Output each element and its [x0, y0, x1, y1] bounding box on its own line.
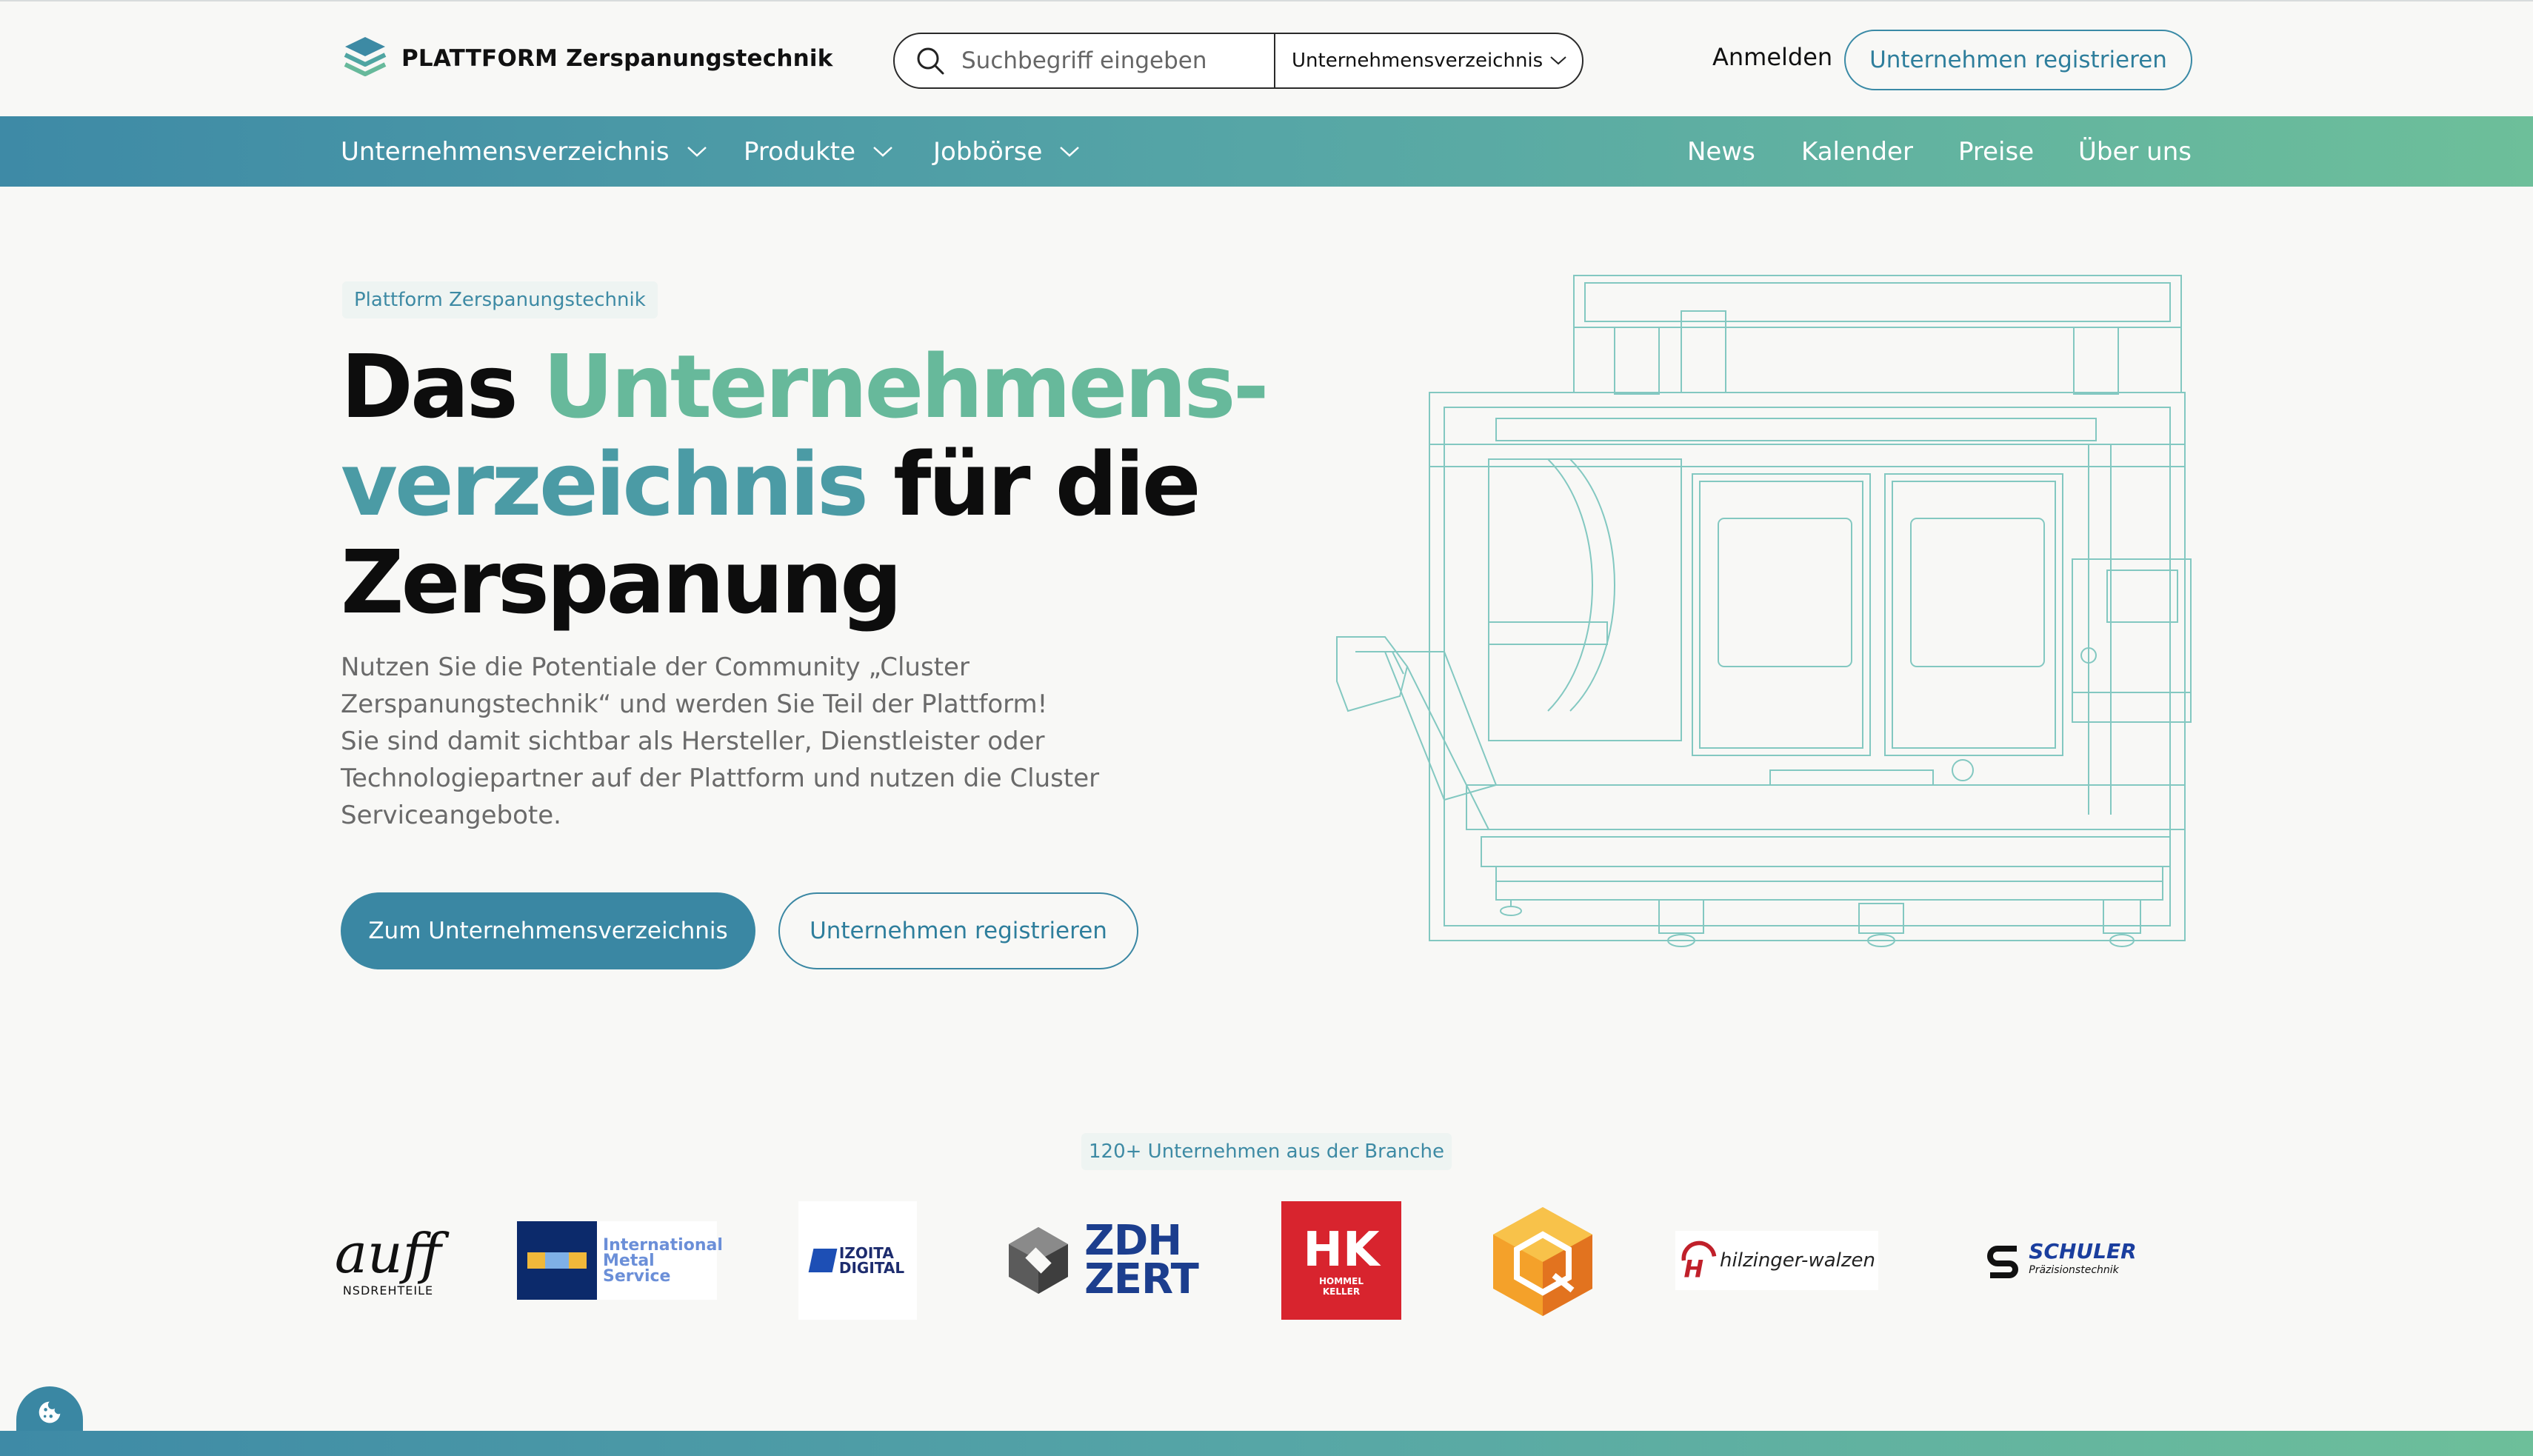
- directory-button[interactable]: Zum Unternehmensverzeichnis: [341, 892, 755, 969]
- hero-text-line: Zerspanungstechnik“ und werden Sie Teil …: [341, 689, 1048, 719]
- logo-subtext: NSDREHTEILE: [342, 1283, 434, 1298]
- nav-item-kalender[interactable]: Kalender: [1801, 134, 1913, 170]
- logo-line: Service: [603, 1267, 671, 1286]
- izoita-logo-text: IZOITA DIGITAL: [839, 1246, 904, 1275]
- search-scope-label: Unternehmensverzeichnis: [1292, 50, 1544, 72]
- hk-logo-mark: HK: [1303, 1223, 1380, 1278]
- nav-item-label: Produkte: [744, 137, 856, 167]
- hero-text-line: Serviceangebote.: [341, 801, 561, 830]
- nav-item-news[interactable]: News: [1687, 134, 1755, 170]
- ims-logo-text: International Metal Service: [603, 1238, 723, 1286]
- nav-item-label: Jobbörse: [933, 137, 1043, 167]
- logo-line: ZERT: [1084, 1255, 1199, 1303]
- search-bar: Unternehmensverzeichnis: [893, 33, 1583, 89]
- partner-logo-izoita-digital[interactable]: IZOITA DIGITAL: [798, 1201, 917, 1320]
- footer-gradient-bar: [0, 1431, 2533, 1456]
- partner-logo-auff[interactable]: auff NSDREHTEILE: [335, 1201, 441, 1320]
- nav-item-produkte[interactable]: Produkte: [744, 134, 894, 170]
- hero-text-line: Sie sind damit sichtbar als Hersteller, …: [341, 727, 1045, 756]
- svg-text:H: H: [1683, 1256, 1703, 1281]
- partner-logo-international-metal-service[interactable]: International Metal Service: [517, 1221, 723, 1300]
- hero-text-line: Nutzen Sie die Potentiale der Community …: [341, 652, 970, 682]
- hero-title-part: Das: [341, 335, 543, 438]
- izoita-logo-mark: [808, 1249, 838, 1272]
- hero-title-part: für die: [865, 433, 1201, 535]
- logo-line: SCHULER: [2029, 1238, 2137, 1263]
- logo-line: KELLER: [1322, 1286, 1361, 1297]
- logos-tagline: 120+ Unternehmen aus der Branche: [1081, 1133, 1452, 1170]
- ims-logo-mark: [517, 1221, 597, 1300]
- nav-item-unternehmensverzeichnis[interactable]: Unternehmensverzeichnis: [341, 134, 708, 170]
- chevron-down-icon: [1550, 56, 1566, 65]
- machine-wireframe-illustration: [1336, 275, 2192, 947]
- search-input[interactable]: [961, 47, 1258, 74]
- nav-item-label: Unternehmensverzeichnis: [341, 137, 670, 167]
- zdh-logo-text: ZDH ZERT: [1084, 1220, 1199, 1300]
- hilzinger-logo-mark: H: [1681, 1240, 1717, 1281]
- top-header: PLATTFORM Zerspanungstechnik Unternehmen…: [0, 0, 2533, 116]
- partner-logo-schuler[interactable]: SCHULER Präzisionstechnik: [1975, 1201, 2146, 1320]
- register-button-hero[interactable]: Unternehmen registrieren: [778, 892, 1138, 969]
- logo-wordmark: auff: [334, 1221, 442, 1286]
- search-divider: [1274, 34, 1275, 87]
- nav-item-ueber-uns[interactable]: Über uns: [2078, 134, 2192, 170]
- chevron-down-icon: [873, 147, 892, 157]
- schuler-logo-text: SCHULER Präzisionstechnik: [2029, 1240, 2136, 1278]
- logo-line: Präzisionstechnik: [2029, 1263, 2119, 1276]
- hero-description: Nutzen Sie die Potentiale der Community …: [341, 649, 1141, 834]
- hero-title: Das Unternehmens- verzeichnis für die Ze…: [341, 338, 1304, 631]
- cookie-icon: [39, 1401, 61, 1423]
- search-scope-select[interactable]: Unternehmensverzeichnis: [1292, 34, 1568, 87]
- search-icon[interactable]: [914, 44, 947, 77]
- hero-text-line: Technologiepartner auf der Plattform und…: [341, 764, 1100, 793]
- chevron-down-icon: [1060, 147, 1080, 157]
- site-logo[interactable]: PLATTFORM Zerspanungstechnik: [342, 34, 833, 83]
- hero-title-part: Zerspanung: [341, 531, 903, 633]
- login-link[interactable]: Anmelden: [1712, 43, 1832, 71]
- partner-logo-hommel-keller[interactable]: HK HOMMEL KELLER: [1281, 1201, 1401, 1320]
- nav-item-jobboerse[interactable]: Jobbörse: [933, 134, 1081, 170]
- partner-logo-zdh-zert[interactable]: ZDH ZERT: [998, 1201, 1201, 1320]
- schuler-logo-mark: [1987, 1246, 2019, 1278]
- logo-line: DIGITAL: [838, 1259, 905, 1277]
- hero-title-highlight: Unternehmens-: [542, 335, 1269, 438]
- logo-line: HOMMEL: [1319, 1276, 1364, 1286]
- partner-logo-hilzinger-walzen[interactable]: H hilzinger-walzen: [1675, 1231, 1878, 1290]
- logo-text: PLATTFORM Zerspanungstechnik: [401, 45, 833, 72]
- register-button-header[interactable]: Unternehmen registrieren: [1844, 30, 2192, 90]
- chevron-down-icon: [687, 147, 707, 157]
- layers-logo-icon: [344, 37, 387, 76]
- hilzinger-logo-text: hilzinger-walzen: [1720, 1249, 1875, 1272]
- partner-logo-cube[interactable]: [1487, 1201, 1598, 1320]
- zdh-cube-icon: [1009, 1227, 1069, 1294]
- main-navigation: Unternehmensverzeichnis Produkte Jobbörs…: [0, 116, 2533, 187]
- hero-title-highlight: verzeichnis: [341, 433, 869, 535]
- nav-item-preise[interactable]: Preise: [1958, 134, 2034, 170]
- hero-eyebrow: Plattform Zerspanungstechnik: [342, 281, 658, 318]
- orange-cube-icon: [1493, 1207, 1592, 1316]
